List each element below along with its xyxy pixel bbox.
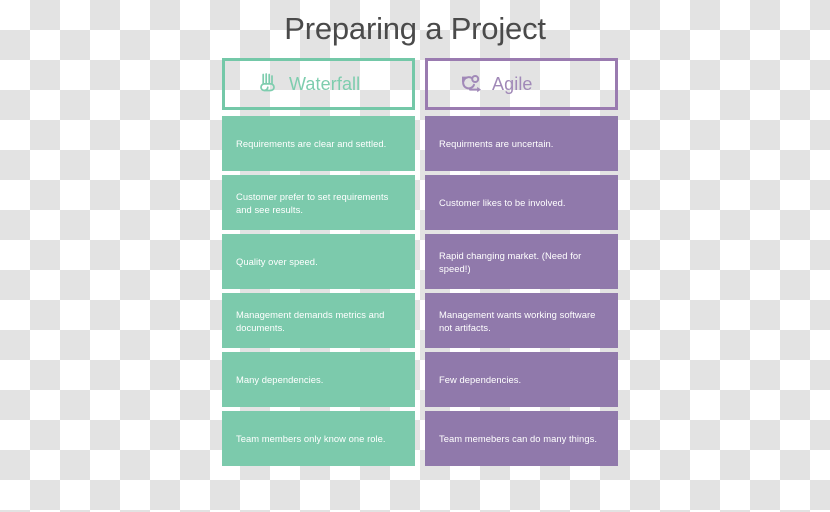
column-label-waterfall: Waterfall — [289, 73, 361, 94]
table-cell: Requirments are uncertain. — [425, 116, 618, 171]
comparison-table: Waterfall Requirements are clear and set… — [222, 58, 618, 466]
table-cell: Many dependencies. — [222, 352, 415, 407]
table-cell: Requirements are clear and settled. — [222, 116, 415, 171]
column-agile: Agile Requirments are uncertain. Custome… — [425, 58, 618, 466]
page-title: Preparing a Project — [284, 11, 546, 46]
table-cell: Team memebers can do many things. — [425, 411, 618, 466]
table-cell: Management demands metrics and documents… — [222, 293, 415, 348]
table-cell: Management wants working software not ar… — [425, 293, 618, 348]
column-header-agile[interactable]: Agile — [425, 58, 618, 110]
table-cell: Few dependencies. — [425, 352, 618, 407]
column-header-waterfall[interactable]: Waterfall — [222, 58, 415, 110]
table-cell: Team members only know one role. — [222, 411, 415, 466]
table-cell: Quality over speed. — [222, 234, 415, 289]
table-cell: Rapid changing market. (Need for speed!) — [425, 234, 618, 289]
agile-loop-icon — [462, 74, 481, 93]
table-cell: Customer likes to be involved. — [425, 175, 618, 230]
column-label-agile: Agile — [492, 73, 533, 94]
table-cell: Customer prefer to set requirements and … — [222, 175, 415, 230]
agile-arrow-head — [477, 86, 481, 93]
waterfall-icon — [260, 73, 275, 92]
column-waterfall: Waterfall Requirements are clear and set… — [222, 58, 415, 466]
